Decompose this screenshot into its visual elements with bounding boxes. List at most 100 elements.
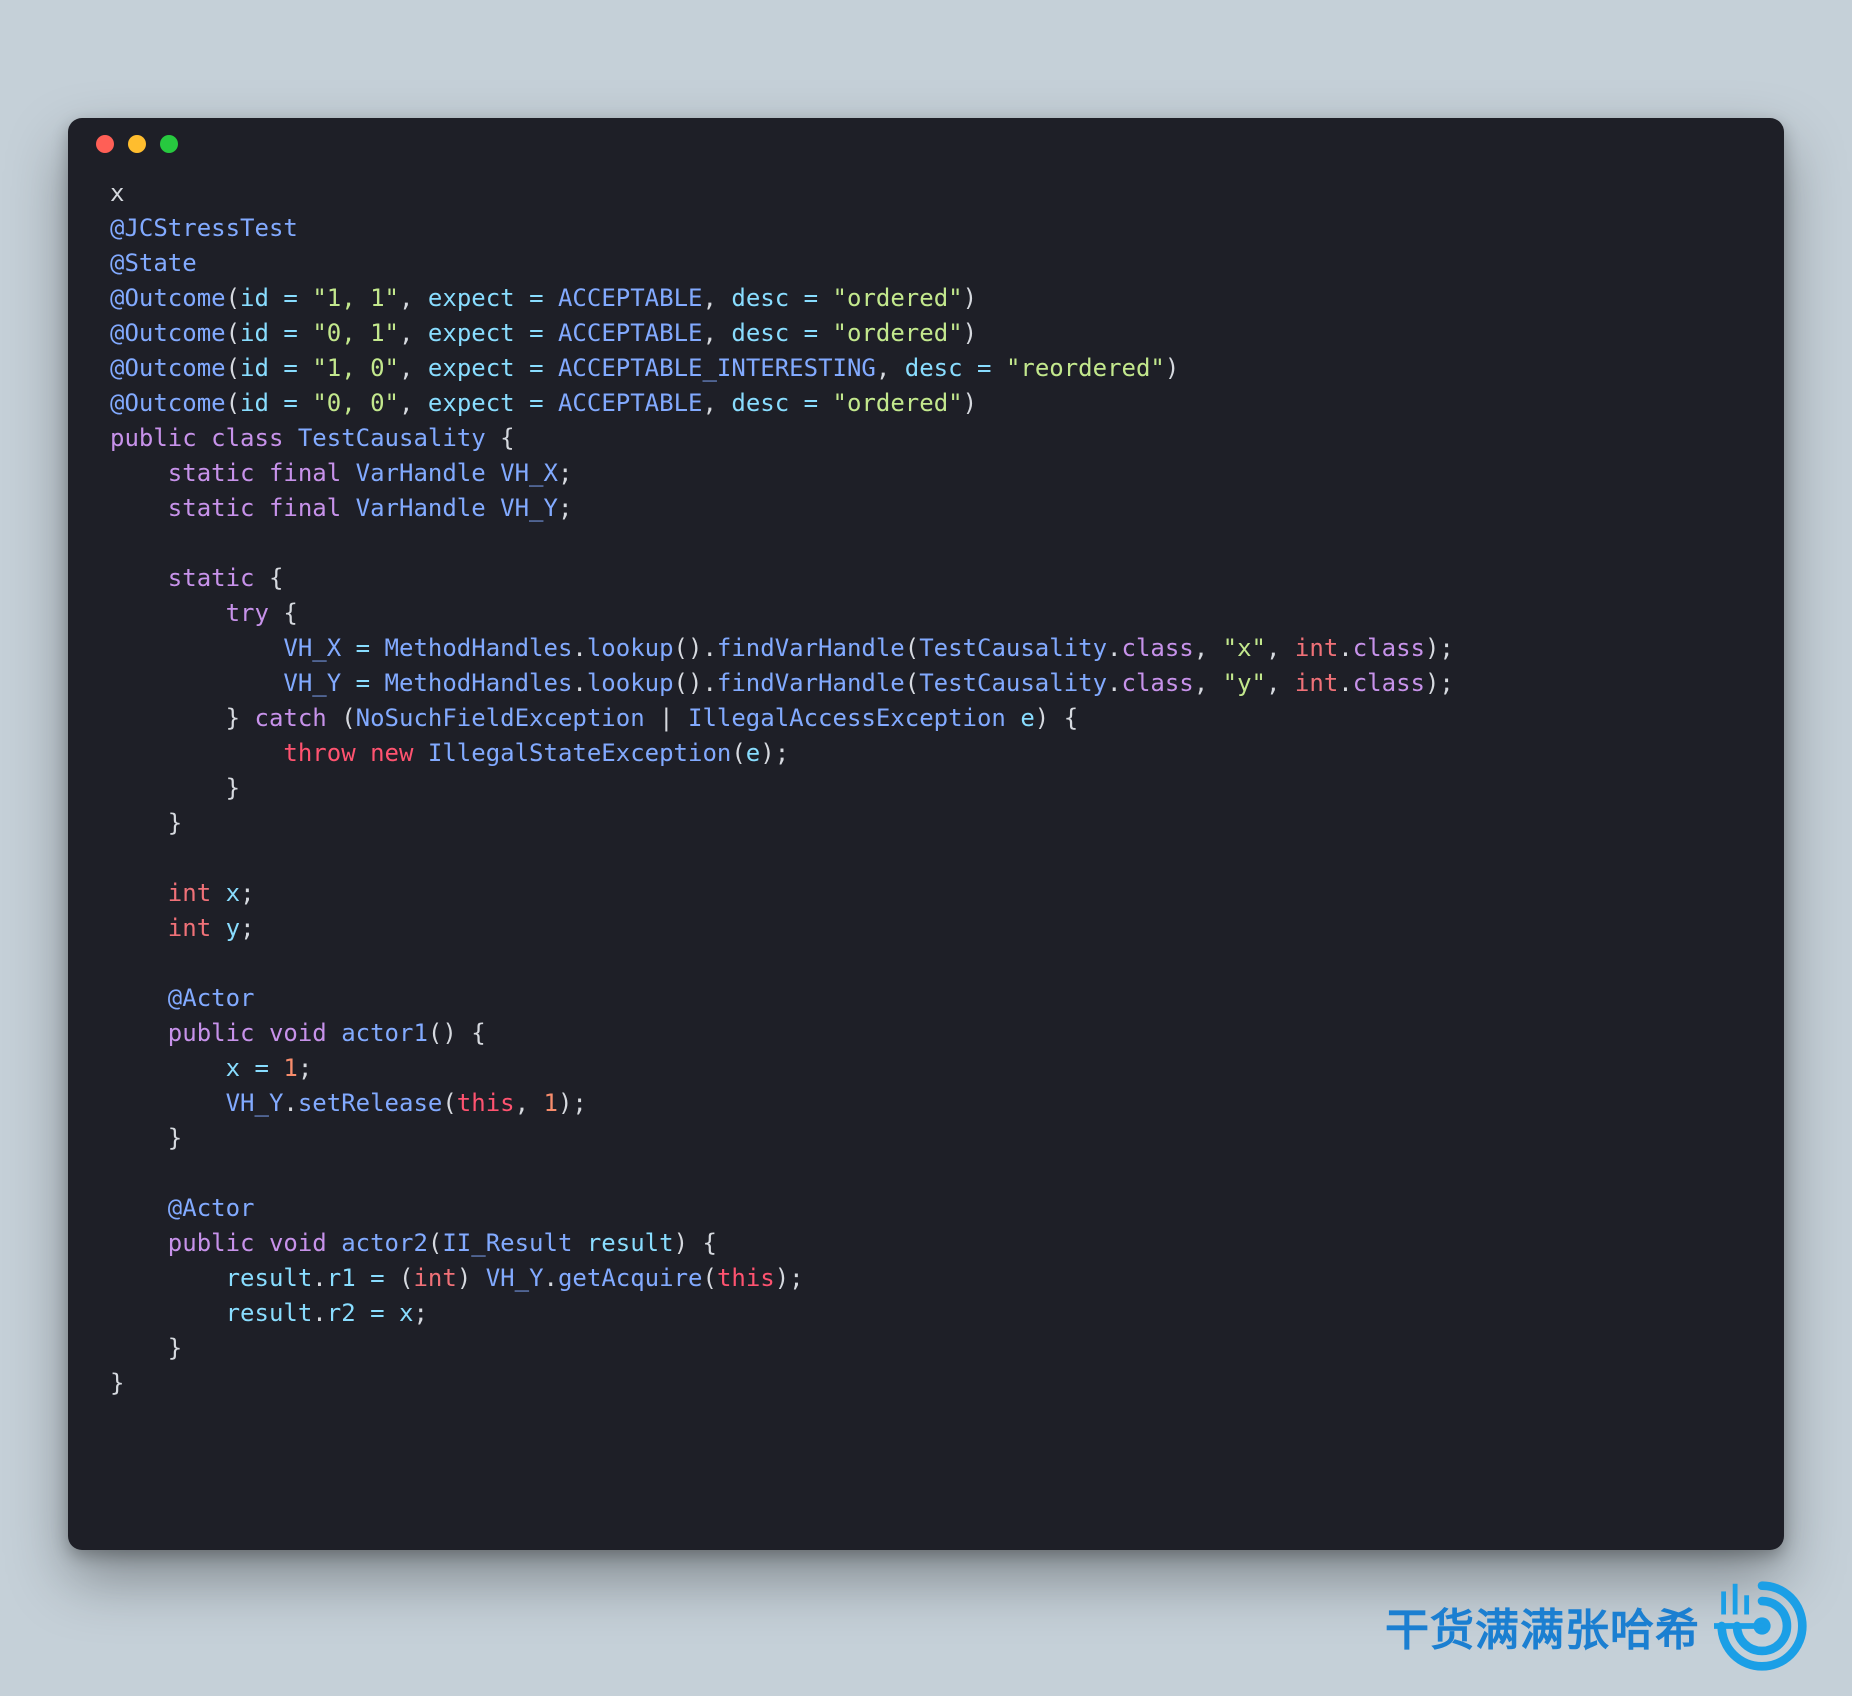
keyword: class <box>1353 669 1425 697</box>
string-literal: "y" <box>1223 669 1266 697</box>
enum-value: ACCEPTABLE <box>558 319 703 347</box>
annotation: @Actor <box>168 984 255 1012</box>
method-name: actor2 <box>341 1229 428 1257</box>
class-name: MethodHandles <box>385 669 573 697</box>
keyword: class <box>211 424 283 452</box>
arg-key: desc <box>905 354 963 382</box>
identifier: x <box>226 1054 240 1082</box>
keyword: catch <box>255 704 327 732</box>
identifier: e <box>1020 704 1034 732</box>
keyword: this <box>717 1264 775 1292</box>
method-call: setRelease <box>298 1089 443 1117</box>
class-name: TestCausality <box>919 634 1107 662</box>
identifier: result <box>226 1264 313 1292</box>
class-name: IllegalStateException <box>428 739 731 767</box>
annotation: @Outcome <box>110 354 226 382</box>
arg-key: id <box>240 319 269 347</box>
identifier: r1 <box>327 1264 356 1292</box>
string-literal: "ordered" <box>833 389 963 417</box>
method-call: lookup <box>587 634 674 662</box>
keyword: this <box>457 1089 515 1117</box>
keyword: class <box>1122 634 1194 662</box>
keyword: public <box>168 1229 255 1257</box>
type-name: int <box>1295 634 1338 662</box>
arg-key: expect <box>428 389 515 417</box>
identifier: y <box>226 914 240 942</box>
keyword: static <box>168 564 255 592</box>
code-block: x @JCStressTest @State @Outcome(id = "1,… <box>68 170 1784 1437</box>
string-literal: "1, 0" <box>312 354 399 382</box>
method-call: getAcquire <box>558 1264 703 1292</box>
string-literal: "reordered" <box>1006 354 1165 382</box>
string-literal: "0, 1" <box>312 319 399 347</box>
identifier: x <box>399 1299 413 1327</box>
keyword: public <box>110 424 197 452</box>
keyword: new <box>370 739 413 767</box>
arg-key: desc <box>731 389 789 417</box>
identifier: VH_Y <box>486 1264 544 1292</box>
class-name: NoSuchFieldException <box>356 704 645 732</box>
number-literal: 1 <box>544 1089 558 1117</box>
identifier: VH_Y <box>500 494 558 522</box>
annotation: @Outcome <box>110 284 226 312</box>
class-name: TestCausality <box>919 669 1107 697</box>
keyword: throw <box>283 739 355 767</box>
target-icon <box>1714 1578 1810 1674</box>
type-name: int <box>1295 669 1338 697</box>
annotation: @Outcome <box>110 319 226 347</box>
annotation: @JCStressTest <box>110 214 298 242</box>
keyword: final <box>269 494 341 522</box>
string-literal: "ordered" <box>833 284 963 312</box>
method-name: actor1 <box>341 1019 428 1047</box>
number-literal: 1 <box>283 1054 297 1082</box>
keyword: static <box>168 494 255 522</box>
identifier: e <box>746 739 760 767</box>
keyword: class <box>1122 669 1194 697</box>
identifier: result <box>587 1229 674 1257</box>
keyword: void <box>269 1019 327 1047</box>
type-name: int <box>168 914 211 942</box>
keyword: class <box>1353 634 1425 662</box>
type-name: VarHandle <box>356 494 486 522</box>
identifier: VH_Y <box>283 669 341 697</box>
keyword: public <box>168 1019 255 1047</box>
type-name: int <box>168 879 211 907</box>
arg-key: expect <box>428 354 515 382</box>
identifier: VH_X <box>500 459 558 487</box>
method-call: lookup <box>587 669 674 697</box>
arg-key: expect <box>428 319 515 347</box>
class-name: TestCausality <box>298 424 486 452</box>
arg-key: expect <box>428 284 515 312</box>
window-titlebar <box>68 118 1784 170</box>
minimize-icon[interactable] <box>128 135 146 153</box>
string-literal: "x" <box>1223 634 1266 662</box>
class-name: MethodHandles <box>385 634 573 662</box>
annotation: @Actor <box>168 1194 255 1222</box>
enum-value: ACCEPTABLE <box>558 284 703 312</box>
string-literal: "0, 0" <box>312 389 399 417</box>
watermark: 干货满满张哈希 <box>1385 1578 1810 1674</box>
method-call: findVarHandle <box>717 669 905 697</box>
zoom-icon[interactable] <box>160 135 178 153</box>
type-name: int <box>413 1264 456 1292</box>
close-icon[interactable] <box>96 135 114 153</box>
enum-value: ACCEPTABLE <box>558 389 703 417</box>
watermark-text: 干货满满张哈希 <box>1385 1594 1700 1658</box>
identifier: VH_X <box>283 634 341 662</box>
arg-key: id <box>240 389 269 417</box>
keyword: try <box>226 599 269 627</box>
method-call: findVarHandle <box>717 634 905 662</box>
string-literal: "ordered" <box>833 319 963 347</box>
arg-key: id <box>240 354 269 382</box>
identifier: x <box>226 879 240 907</box>
annotation: @State <box>110 249 197 277</box>
keyword: void <box>269 1229 327 1257</box>
string-literal: "1, 1" <box>312 284 399 312</box>
identifier: r2 <box>327 1299 356 1327</box>
type-name: VarHandle <box>356 459 486 487</box>
class-name: IllegalAccessException <box>688 704 1006 732</box>
code-window: x @JCStressTest @State @Outcome(id = "1,… <box>68 118 1784 1550</box>
identifier: VH_Y <box>226 1089 284 1117</box>
type-name: II_Result <box>442 1229 572 1257</box>
keyword: static <box>168 459 255 487</box>
